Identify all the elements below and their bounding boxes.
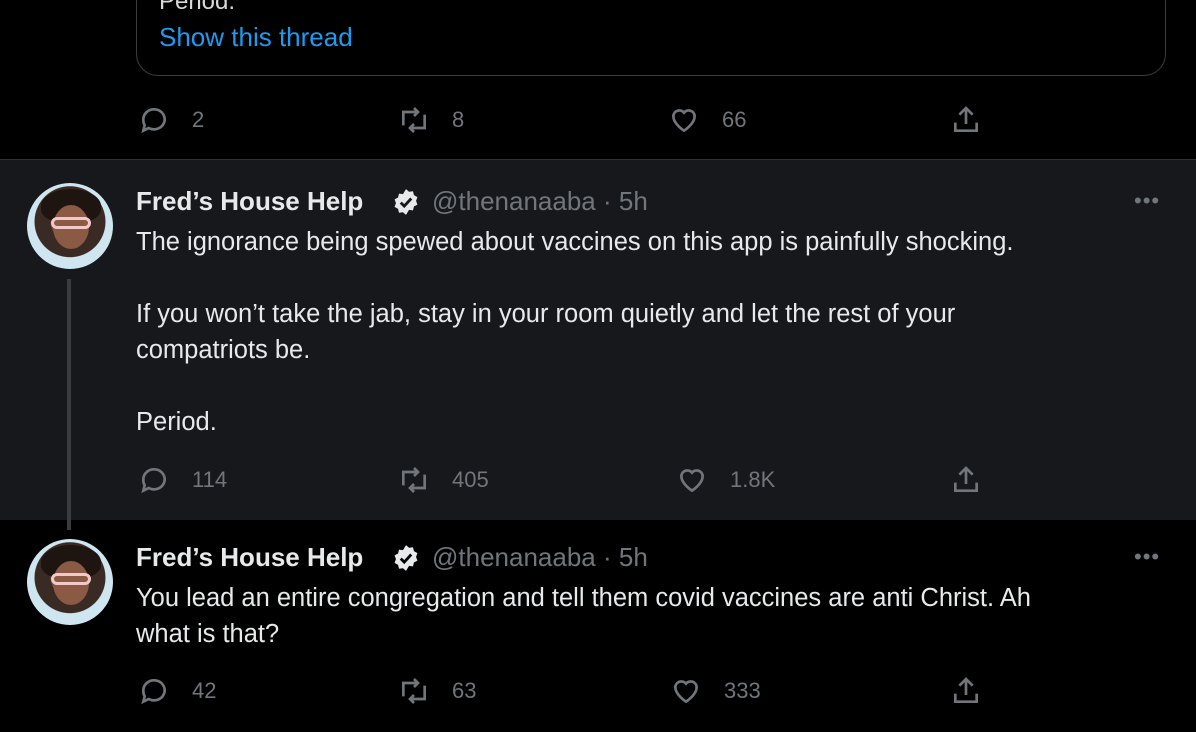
- author-name[interactable]: Fred’s House Help: [136, 542, 363, 573]
- retweet-icon: [402, 467, 426, 493]
- heart-icon: [679, 469, 705, 493]
- avatar[interactable]: [27, 183, 113, 269]
- handle-text: @thenanaaba: [432, 186, 596, 216]
- retweet-button[interactable]: 8: [398, 104, 464, 136]
- reply-count: 114: [192, 467, 228, 492]
- retweet-count: 405: [452, 467, 489, 492]
- tweet-text: The ignorance being spewed about vaccine…: [136, 228, 1014, 436]
- retweet-icon: [402, 107, 426, 133]
- reply-count: 42: [192, 678, 217, 703]
- author-name[interactable]: Fred’s House Help: [136, 186, 363, 217]
- reply-icon: [141, 108, 166, 134]
- like-count: 333: [724, 678, 761, 703]
- verified-badge-icon: [394, 189, 418, 215]
- retweet-count: 63: [452, 678, 477, 703]
- more-options-button[interactable]: •••: [1134, 188, 1160, 214]
- like-count: 1.8K: [730, 467, 776, 492]
- author-handle[interactable]: @thenanaaba · 5h: [432, 542, 648, 573]
- retweet-count: 8: [452, 107, 465, 132]
- author-handle[interactable]: @thenanaaba · 5h: [432, 186, 648, 217]
- retweet-button[interactable]: 63: [398, 675, 476, 707]
- more-options-button[interactable]: •••: [1134, 544, 1160, 570]
- reply-button[interactable]: 42: [138, 675, 216, 707]
- retweet-button[interactable]: 405: [398, 464, 489, 496]
- reply-icon: [141, 468, 166, 494]
- like-button[interactable]: 333: [670, 675, 761, 707]
- share-button[interactable]: [950, 464, 1004, 496]
- share-icon: [954, 106, 978, 132]
- like-button[interactable]: 1.8K: [676, 464, 775, 496]
- like-count: 66: [722, 107, 747, 132]
- tweet-time[interactable]: · 5h: [603, 542, 648, 572]
- tweet-text: You lead an entire congregation and tell…: [136, 584, 1031, 648]
- tweet-time[interactable]: · 5h: [603, 186, 648, 216]
- share-icon: [954, 677, 978, 703]
- share-icon: [954, 466, 978, 492]
- share-button[interactable]: [950, 675, 1004, 707]
- heart-icon: [671, 109, 697, 133]
- handle-text: @thenanaaba: [432, 542, 596, 572]
- retweet-icon: [402, 678, 426, 704]
- avatar[interactable]: [27, 539, 113, 625]
- share-button[interactable]: [950, 104, 1004, 136]
- thread-connector-line: [67, 279, 71, 530]
- reply-count: 2: [192, 107, 205, 132]
- reply-icon: [141, 679, 166, 705]
- like-button[interactable]: 66: [668, 104, 746, 136]
- reply-button[interactable]: 2: [138, 104, 204, 136]
- heart-icon: [673, 680, 699, 704]
- quoted-partial-text: Period.: [159, 0, 236, 15]
- verified-badge-icon: [394, 545, 418, 571]
- show-thread-link[interactable]: Show this thread: [159, 22, 353, 53]
- reply-button[interactable]: 114: [138, 464, 227, 496]
